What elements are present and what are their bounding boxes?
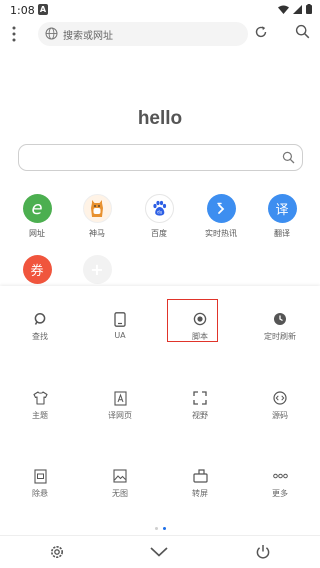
collapse-icon[interactable] xyxy=(150,547,168,557)
menu-item-view[interactable]: 视野 xyxy=(170,390,230,421)
menu-item-source-code[interactable]: 源码 xyxy=(250,390,310,421)
notification-a-icon: A xyxy=(38,4,48,15)
search-icon[interactable] xyxy=(282,151,295,164)
address-bar[interactable]: 搜索或网址 xyxy=(38,22,248,46)
bottom-bar xyxy=(0,535,320,568)
menu-item-timer-refresh[interactable]: 定时刷新 xyxy=(250,311,310,342)
shortcut-label: 神马 xyxy=(89,229,105,238)
menu-label: 除悬 xyxy=(32,489,48,498)
browser-e-icon: e xyxy=(22,194,52,223)
menu-item-rotate-screen[interactable]: 转屏 xyxy=(170,468,230,499)
wifi-icon xyxy=(278,5,289,14)
hot-news-icon xyxy=(206,194,236,223)
browser-toolbar: 搜索或网址 xyxy=(0,20,320,48)
battery-icon xyxy=(306,4,312,14)
search-icon[interactable] xyxy=(295,24,310,39)
shortcut-coupon[interactable]: 券 xyxy=(12,255,62,284)
reload-icon[interactable] xyxy=(254,25,268,39)
shortcut-hot-news[interactable]: 实时热讯 xyxy=(196,194,246,239)
globe-icon xyxy=(45,27,58,40)
timer-refresh-icon xyxy=(250,311,310,327)
shortcut-label: 网址 xyxy=(29,229,45,238)
highlight-box xyxy=(167,299,218,342)
find-icon xyxy=(10,311,70,327)
menu-label: 转屏 xyxy=(192,489,208,498)
menu-label: 译网页 xyxy=(108,411,132,420)
menu-label: 查找 xyxy=(32,332,48,341)
menu-item-ua[interactable]: UA xyxy=(90,311,150,340)
page-dot-active[interactable] xyxy=(162,527,166,530)
menu-label: 源码 xyxy=(272,411,288,420)
shortcut-translate[interactable]: 译 翻译 xyxy=(257,194,307,239)
baidu-paw-icon: du xyxy=(144,194,174,223)
signal-icon xyxy=(293,4,302,14)
status-bar: 1:08 A xyxy=(0,0,320,20)
menu-label: 定时刷新 xyxy=(264,332,296,341)
add-icon: + xyxy=(82,255,112,284)
view-icon xyxy=(170,390,230,406)
menu-label: 视野 xyxy=(192,411,208,420)
translate-icon: 译 xyxy=(267,194,297,223)
settings-icon[interactable] xyxy=(49,544,65,560)
ua-icon xyxy=(90,311,150,327)
menu-item-more[interactable]: 更多 xyxy=(250,468,310,499)
power-icon[interactable] xyxy=(255,544,271,560)
page-indicator xyxy=(0,527,320,530)
shortcut-label: 百度 xyxy=(151,229,167,238)
svg-text:du: du xyxy=(157,210,163,215)
address-placeholder: 搜索或网址 xyxy=(63,31,113,42)
shortcut-baidu[interactable]: du 百度 xyxy=(134,194,184,239)
translate-page-icon xyxy=(90,390,150,406)
menu-label: UA xyxy=(114,331,126,340)
shortcut-label: 翻译 xyxy=(274,229,290,238)
menu-item-find[interactable]: 查找 xyxy=(10,311,70,342)
home-search-box[interactable] xyxy=(18,144,303,171)
shortcut-shenma[interactable]: 神马 xyxy=(72,194,122,239)
home-title: hello xyxy=(137,108,183,129)
shortcut-label: 实时热讯 xyxy=(205,229,237,238)
menu-item-no-image[interactable]: 无图 xyxy=(90,468,150,499)
menu-dots-icon[interactable] xyxy=(9,26,19,42)
more-icon xyxy=(250,468,310,484)
page-dot[interactable] xyxy=(154,527,158,530)
menu-label: 更多 xyxy=(272,489,288,498)
status-time: 1:08 xyxy=(10,4,35,17)
menu-item-translate-page[interactable]: 译网页 xyxy=(90,390,150,421)
menu-label: 主题 xyxy=(32,411,48,420)
theme-icon xyxy=(10,390,70,406)
alpaca-icon xyxy=(82,194,112,223)
menu-item-theme[interactable]: 主题 xyxy=(10,390,70,421)
coupon-icon: 券 xyxy=(22,255,52,284)
remove-float-icon xyxy=(10,468,70,484)
menu-item-remove-float[interactable]: 除悬 xyxy=(10,468,70,499)
shortcut-add[interactable]: + xyxy=(72,255,122,284)
rotate-screen-icon xyxy=(170,468,230,484)
source-code-icon xyxy=(250,390,310,406)
status-icons xyxy=(278,4,312,14)
no-image-icon xyxy=(90,468,150,484)
menu-label: 无图 xyxy=(112,489,128,498)
shortcut-url[interactable]: e 网址 xyxy=(12,194,62,239)
